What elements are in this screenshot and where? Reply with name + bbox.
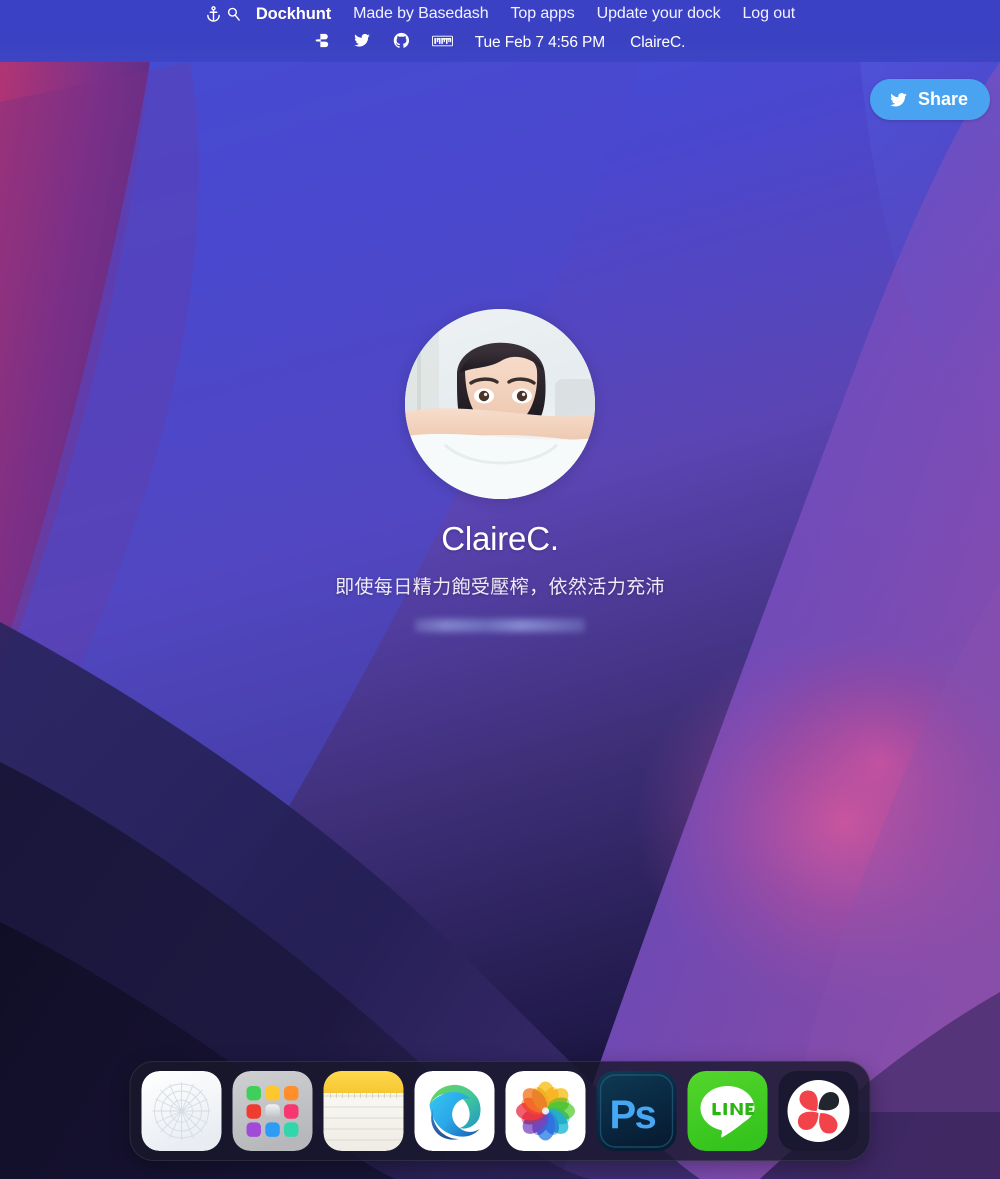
dock-item-photoshop[interactable]: P s <box>596 1071 677 1151</box>
menubar-left-icons <box>205 5 242 23</box>
profile-link-redacted[interactable] <box>415 619 585 632</box>
basedash-icon[interactable] <box>315 32 331 54</box>
profile-name: ClaireC. <box>441 520 559 557</box>
menubar-brand[interactable]: Dockhunt <box>256 5 331 24</box>
profile-block: ClaireC. 即使每日精力飽受壓榨，依然活力充沛 <box>0 309 1000 632</box>
menubar-link-log-out[interactable]: Log out <box>742 5 795 23</box>
dock-item-notes[interactable] <box>323 1071 404 1151</box>
menubar-link-update-your-dock[interactable]: Update your dock <box>597 5 721 23</box>
menubar-link-made-by-basedash[interactable]: Made by Basedash <box>353 5 488 23</box>
anchor-icon[interactable] <box>205 5 222 23</box>
dock-item-safari[interactable] <box>141 1071 222 1151</box>
menubar: Dockhunt Made by Basedash Top apps Updat… <box>0 0 1000 62</box>
dock-item-launchpad[interactable] <box>232 1071 313 1151</box>
desktop: Share ClaireC. 即使每日精力飽受壓榨，依然活力充沛 P s <box>0 62 1000 1179</box>
menubar-primary-row: Dockhunt Made by Basedash Top apps Updat… <box>0 0 1000 28</box>
search-icon[interactable] <box>225 5 242 23</box>
menubar-datetime: Tue Feb 7 4:56 PM <box>474 34 606 51</box>
share-button[interactable]: Share <box>869 79 990 120</box>
menubar-link-top-apps[interactable]: Top apps <box>511 5 575 23</box>
dock-item-photos[interactable] <box>505 1071 586 1151</box>
twitter-icon <box>888 91 909 109</box>
twitter-icon[interactable] <box>353 32 371 54</box>
dock-item-pixelmator[interactable] <box>778 1071 859 1151</box>
svg-text:P: P <box>610 1093 637 1137</box>
npm-icon[interactable] <box>431 34 453 53</box>
dock-item-microsoft-edge[interactable] <box>414 1071 495 1151</box>
github-icon[interactable] <box>393 32 410 54</box>
menubar-username[interactable]: ClaireC. <box>630 34 685 52</box>
dock-item-line[interactable] <box>687 1071 768 1151</box>
menubar-secondary-row: Tue Feb 7 4:56 PM ClaireC. <box>0 28 1000 58</box>
svg-text:s: s <box>635 1093 657 1137</box>
menubar-social-icons <box>315 32 453 54</box>
profile-bio: 即使每日精力飽受壓榨，依然活力充沛 <box>335 577 665 598</box>
dock: P s <box>129 1061 871 1161</box>
avatar[interactable] <box>405 309 595 499</box>
share-button-label: Share <box>917 89 968 109</box>
